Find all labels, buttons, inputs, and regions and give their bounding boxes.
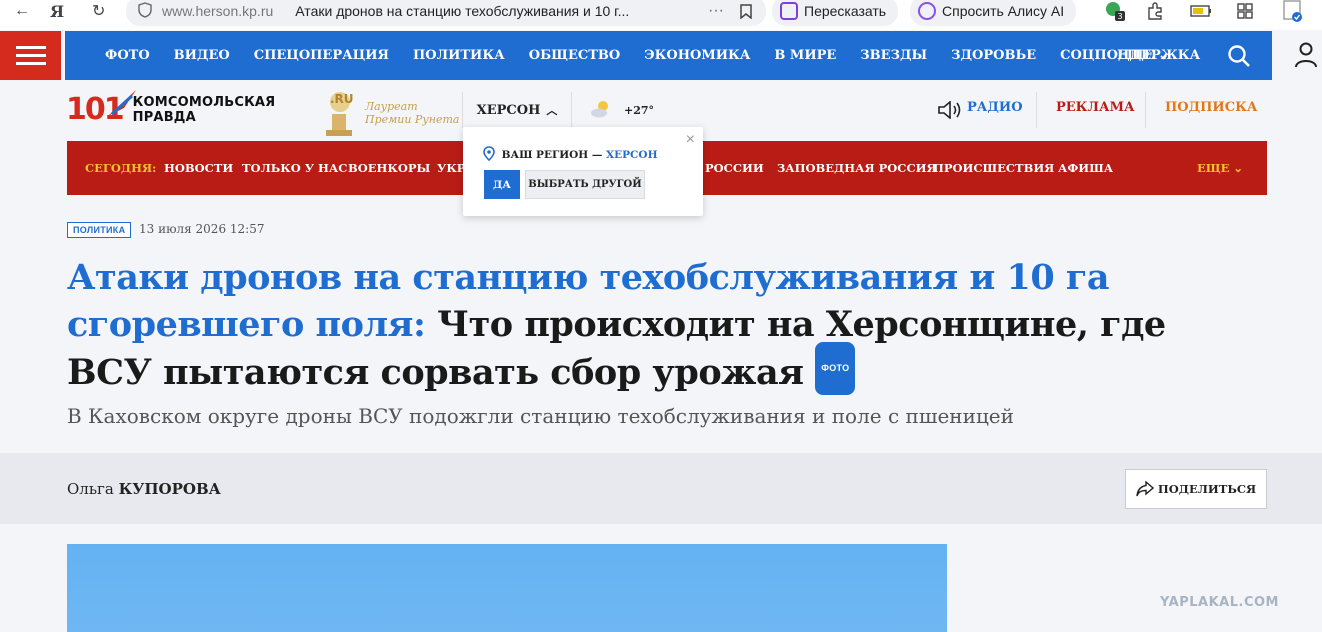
- today-label: СЕГОДНЯ:: [85, 161, 157, 175]
- section-item-exclusive[interactable]: ТОЛЬКО У НАС: [242, 161, 347, 175]
- ask-alice-button[interactable]: Спросить Алису AI: [910, 0, 1077, 26]
- author-name[interactable]: Ольга КУПОРОВА: [67, 480, 221, 498]
- alice-icon: [918, 2, 936, 20]
- search-icon[interactable]: [1227, 44, 1251, 73]
- share-label: ПОДЕЛИТЬСЯ: [1157, 482, 1257, 496]
- nav-item-world[interactable]: В МИРЕ: [774, 48, 836, 63]
- collections-icon[interactable]: [1236, 0, 1254, 22]
- article-lead: В Каховском округе дроны ВСУ подожгли ст…: [67, 404, 1014, 428]
- region-question: ВАШ РЕГИОН — ХЕРСОН: [483, 146, 658, 162]
- profile-icon[interactable]: [1282, 0, 1304, 22]
- article-headline: Атаки дронов на станцию техобслуживания …: [67, 254, 1247, 401]
- section-item-poster[interactable]: АФИША: [1058, 161, 1113, 175]
- nav-item-society[interactable]: ОБЩЕСТВО: [529, 48, 620, 63]
- chevron-up-icon: ︿: [546, 104, 558, 117]
- section-item-russia[interactable]: РОССИИ: [705, 161, 764, 175]
- section-item-ukraine[interactable]: УКР: [437, 161, 465, 175]
- chevron-down-icon: ⌄: [1158, 48, 1170, 63]
- choose-other-region-button[interactable]: ВЫБРАТЬ ДРУГОЙ: [525, 170, 645, 199]
- logo-name-line1: КОМСОМОЛЬСКАЯ: [132, 94, 276, 110]
- logo-name: КОМСОМОЛЬСКАЯ ПРАВДА: [133, 95, 276, 125]
- laureate-line1: Лауреат: [365, 100, 418, 113]
- menu-button[interactable]: [0, 31, 61, 80]
- header-divider: [1036, 92, 1037, 128]
- article-photo[interactable]: [67, 544, 947, 632]
- publish-date: 13 июля 2026 12:57: [139, 222, 265, 236]
- reload-icon[interactable]: ↻: [92, 0, 105, 22]
- menu-icon-bar: [15, 46, 46, 49]
- subscribe-link[interactable]: ПОДПИСКА: [1165, 100, 1257, 115]
- confirm-region-button[interactable]: ДА: [484, 170, 520, 199]
- weather-cloud-sun-icon: [590, 100, 612, 121]
- header-divider: [1145, 92, 1146, 128]
- section-item-war-correspondents[interactable]: ВОЕНКОРЫ: [348, 161, 430, 175]
- photo-badge: ФОТО: [815, 342, 856, 395]
- region-selector[interactable]: ХЕРСОН ︿: [462, 92, 572, 128]
- nav-more-label: ЕЩЕ: [1117, 48, 1154, 63]
- laureate-line2: Премии Рунета: [365, 113, 460, 126]
- extension-icon[interactable]: 3: [1104, 0, 1126, 22]
- logo-name-line2: ПРАВДА: [132, 109, 196, 125]
- weather-widget[interactable]: +27°: [590, 100, 654, 121]
- nav-item-health[interactable]: ЗДОРОВЬЕ: [951, 48, 1036, 63]
- section-item-news[interactable]: НОВОСТИ: [164, 161, 233, 175]
- rubric-tag[interactable]: ПОЛИТИКА: [67, 222, 132, 238]
- author-bar: Ольга КУПОРОВА ПОДЕЛИТЬСЯ: [0, 453, 1322, 524]
- extension-badge-count: 3: [1117, 12, 1122, 21]
- region-confirm-popup: × ВАШ РЕГИОН — ХЕРСОН ДА ВЫБРАТЬ ДРУГОЙ: [463, 127, 703, 216]
- author-first-name: Ольга: [67, 480, 114, 498]
- top-navigation: ФОТО ВИДЕО СПЕЦОПЕРАЦИЯ ПОЛИТИКА ОБЩЕСТВ…: [65, 31, 1272, 80]
- award-statue-icon: .RU: [318, 90, 360, 138]
- nav-item-special-operation[interactable]: СПЕЦОПЕРАЦИЯ: [254, 48, 389, 63]
- retell-icon: [780, 2, 798, 20]
- browser-toolbar: ← Я ↻ www.herson.kp.ru Атаки дронов на с…: [0, 0, 1322, 30]
- puzzle-icon[interactable]: [1146, 0, 1164, 22]
- region-label: ХЕРСОН: [476, 102, 541, 118]
- tab-title: Атаки дронов на станцию техобслуживания …: [295, 3, 630, 19]
- section-item-protected-russia[interactable]: ЗАПОВЕДНАЯ РОССИЯ: [777, 161, 937, 175]
- ads-link[interactable]: РЕКЛАМА: [1056, 100, 1135, 115]
- page: ← Я ↻ www.herson.kp.ru Атаки дронов на с…: [0, 0, 1322, 632]
- alice-label: Спросить Алису AI: [942, 3, 1065, 19]
- share-button[interactable]: ПОДЕЛИТЬСЯ: [1125, 469, 1267, 509]
- menu-icon-bar: [15, 62, 46, 65]
- address-bar[interactable]: www.herson.kp.ru Атаки дронов на станцию…: [126, 0, 766, 26]
- user-icon[interactable]: [1294, 42, 1318, 73]
- award-badge-text: .RU: [330, 92, 354, 106]
- region-question-city: ХЕРСОН: [606, 149, 658, 161]
- radio-link[interactable]: РАДИО: [967, 100, 1023, 115]
- bookmark-icon[interactable]: [740, 0, 752, 22]
- nav-item-video[interactable]: ВИДЕО: [174, 48, 230, 63]
- url-domain[interactable]: www.herson.kp.ru: [162, 3, 273, 19]
- back-icon[interactable]: ←: [14, 0, 30, 22]
- logo-star-icon: [108, 90, 136, 116]
- battery-icon: [1190, 0, 1212, 22]
- region-question-text: ВАШ РЕГИОН —: [501, 149, 603, 161]
- yandex-icon[interactable]: Я: [50, 0, 64, 22]
- section-more-button[interactable]: ЕЩЕ ⌄: [1197, 161, 1243, 175]
- nav-item-photo[interactable]: ФОТО: [105, 48, 150, 63]
- temperature-value: +27°: [624, 104, 655, 117]
- watermark: YAPLAKAL.COM: [1160, 595, 1279, 610]
- retell-button[interactable]: Пересказать: [772, 0, 899, 26]
- section-item-incidents[interactable]: ПРОИСШЕСТВИЯ: [933, 161, 1054, 175]
- shield-icon[interactable]: [138, 1, 152, 21]
- more-icon[interactable]: ···: [708, 0, 724, 22]
- speaker-icon[interactable]: [937, 100, 963, 124]
- nav-item-economy[interactable]: ЭКОНОМИКА: [644, 48, 750, 63]
- nav-item-politics[interactable]: ПОЛИТИКА: [413, 48, 505, 63]
- nav-more-button[interactable]: ЕЩЕ ⌄: [1117, 48, 1169, 63]
- retell-label: Пересказать: [804, 3, 887, 19]
- nav-item-stars[interactable]: ЗВЕЗДЫ: [860, 48, 927, 63]
- menu-icon-bar: [15, 54, 46, 57]
- section-more-label: ЕЩЕ: [1197, 161, 1230, 175]
- author-last-name: КУПОРОВА: [118, 480, 221, 498]
- runet-award-label: Лауреат Премии Рунета: [365, 100, 459, 126]
- site-logo[interactable]: 101 КОМСОМОЛЬСКАЯ ПРАВДА: [66, 90, 276, 127]
- location-pin-icon: [483, 146, 495, 162]
- chevron-down-icon: ⌄: [1233, 161, 1244, 175]
- close-icon[interactable]: ×: [686, 131, 695, 149]
- share-icon: [1136, 481, 1154, 497]
